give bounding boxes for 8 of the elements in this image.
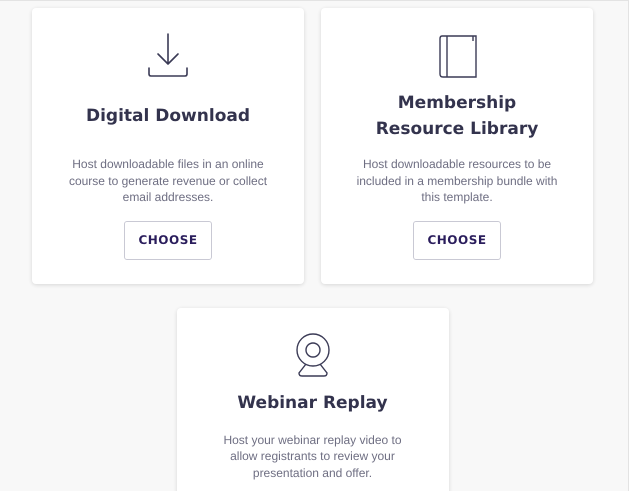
card-description: Host your webinar replay video to allow registrants to review your presentation and offer.	[222, 432, 403, 481]
card-description: Host downloadable resources to be included in a membership bundle with this template.	[356, 156, 558, 206]
card-title: Digital Download	[86, 105, 250, 128]
choose-button[interactable]: CHOOSE	[413, 220, 501, 260]
card-description: Host downloadable files in an online course to generate revenue or collect email addresses.	[68, 156, 268, 206]
card-title: Webinar Replay	[237, 392, 388, 414]
choose-button[interactable]: CHOOSE	[124, 220, 212, 260]
card-title: Membership Resource Library	[374, 92, 540, 141]
